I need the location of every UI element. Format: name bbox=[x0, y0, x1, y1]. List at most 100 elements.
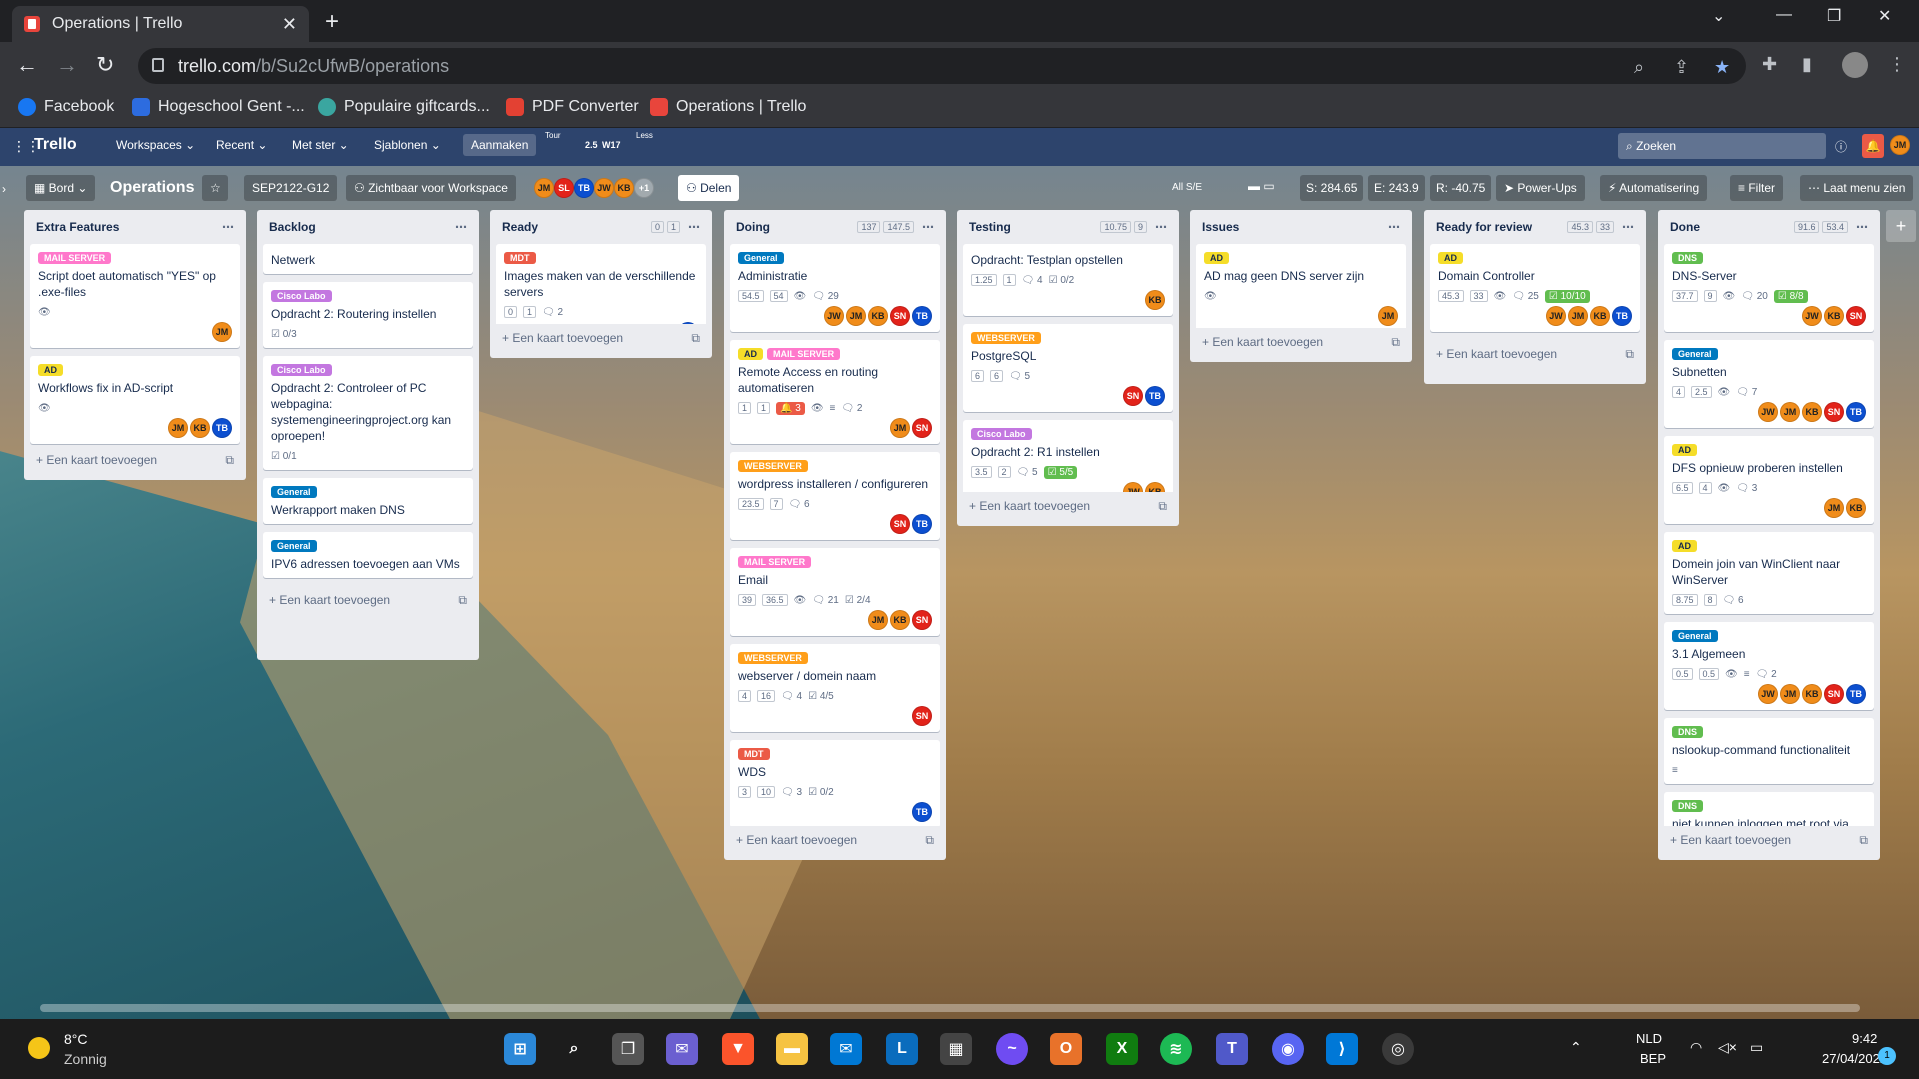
star-board-icon[interactable]: ☆ bbox=[202, 175, 228, 201]
restore-icon[interactable]: ❐ bbox=[1827, 6, 1841, 26]
card[interactable]: MDT Images maken van de verschillende ser… bbox=[496, 244, 706, 324]
recent-menu[interactable]: Recent ⌄ bbox=[208, 134, 275, 156]
store-icon[interactable]: ▦ bbox=[940, 1033, 972, 1065]
add-card-button[interactable]: + Een kaart toevoegen ⧉ bbox=[1664, 826, 1874, 854]
card-label[interactable]: AD bbox=[1204, 252, 1229, 264]
starred-menu[interactable]: Met ster ⌄ bbox=[284, 134, 357, 156]
card-label[interactable]: General bbox=[738, 252, 784, 264]
input-language[interactable]: NLD bbox=[1636, 1031, 1662, 1046]
avatar[interactable]: SN bbox=[912, 418, 932, 438]
avatar[interactable]: JM bbox=[1824, 498, 1844, 518]
browser-tab[interactable]: Operations | Trello ✕ bbox=[12, 6, 309, 42]
card[interactable]: DNS DNS-Server 37.7 9 👁 🗨 20 ☑ 8/8 JW KB SN bbox=[1664, 244, 1874, 332]
list-menu-icon[interactable]: ⋯ bbox=[1622, 220, 1634, 234]
avatar[interactable]: JW bbox=[1758, 684, 1778, 704]
avatar[interactable]: JM bbox=[846, 306, 866, 326]
avatar[interactable]: KB bbox=[190, 418, 210, 438]
card[interactable]: General Werkrapport maken DNS bbox=[263, 478, 473, 524]
avatar[interactable]: KB bbox=[1824, 306, 1844, 326]
search-input[interactable]: ⌕ Zoeken bbox=[1618, 133, 1826, 159]
weather-temp[interactable]: 8°C bbox=[64, 1031, 88, 1047]
card-label[interactable]: WEBSERVER bbox=[971, 332, 1041, 344]
avatar[interactable]: KB bbox=[1802, 402, 1822, 422]
avatar[interactable]: JW bbox=[594, 178, 614, 198]
card-label[interactable]: MDT bbox=[738, 748, 770, 760]
back-icon[interactable]: ← bbox=[16, 52, 38, 78]
card-template-icon[interactable]: ⧉ bbox=[1625, 347, 1634, 362]
reload-icon[interactable]: ↻ bbox=[96, 52, 114, 78]
close-window-icon[interactable]: ✕ bbox=[1878, 6, 1891, 26]
card[interactable]: Cisco Labo Opdracht 2: Routering instelle… bbox=[263, 282, 473, 348]
bookmark-facebook[interactable]: Facebook bbox=[18, 98, 114, 116]
card[interactable]: Cisco Labo Opdracht 2: Controleer of PC w… bbox=[263, 356, 473, 470]
brave-icon[interactable]: ▼ bbox=[722, 1033, 754, 1065]
spotify-icon[interactable]: ≋ bbox=[1160, 1033, 1192, 1065]
avatar[interactable]: JM bbox=[534, 178, 554, 198]
weather-desc[interactable]: Zonnig bbox=[64, 1051, 107, 1067]
card[interactable]: AD Domein join van WinClient naar WinServ… bbox=[1664, 532, 1874, 614]
card-template-icon[interactable]: ⧉ bbox=[225, 453, 234, 468]
avatar[interactable]: TB bbox=[678, 322, 698, 324]
avatar[interactable]: JW bbox=[1123, 482, 1143, 492]
more-members[interactable]: +1 bbox=[634, 178, 654, 198]
bookmark-trello[interactable]: Operations | Trello bbox=[650, 98, 806, 116]
chrome-icon[interactable]: ◎ bbox=[1382, 1033, 1414, 1065]
list-header[interactable]: Doing 137 147.5 ⋯ bbox=[730, 210, 940, 244]
share-icon[interactable]: ⇪ bbox=[1674, 57, 1689, 78]
list-header[interactable]: Ready for review 45.3 33 ⋯ bbox=[1430, 210, 1640, 244]
sidepanel-icon[interactable]: ▮ bbox=[1802, 54, 1812, 75]
avatar[interactable]: SN bbox=[890, 306, 910, 326]
card-template-icon[interactable]: ⧉ bbox=[1391, 335, 1400, 350]
avatar[interactable]: KB bbox=[1802, 684, 1822, 704]
minimize-icon[interactable]: — bbox=[1776, 6, 1792, 24]
add-card-button[interactable]: + Een kaart toevoegen ⧉ bbox=[1196, 328, 1406, 356]
card-label[interactable]: WEBSERVER bbox=[738, 652, 808, 664]
avatar[interactable]: KB bbox=[1590, 306, 1610, 326]
list-header[interactable]: Extra Features ⋯ bbox=[30, 210, 240, 244]
avatar[interactable]: JM bbox=[890, 418, 910, 438]
bookmark-hogent[interactable]: Hogeschool Gent -... bbox=[132, 98, 305, 116]
share-button[interactable]: ⚇ Delen bbox=[678, 175, 740, 201]
avatar[interactable]: JM bbox=[212, 322, 232, 342]
avatar[interactable]: SN bbox=[1824, 402, 1844, 422]
list-header[interactable]: Issues ⋯ bbox=[1196, 210, 1406, 244]
card[interactable]: General Subnetten 4 2.5 👁 🗨 7 JW JM KB SN TB bbox=[1664, 340, 1874, 428]
avatar[interactable]: JW bbox=[824, 306, 844, 326]
forward-icon[interactable]: → bbox=[56, 52, 78, 78]
card-label[interactable]: AD bbox=[1672, 444, 1697, 456]
avatar[interactable]: TB bbox=[1846, 402, 1866, 422]
avatar[interactable]: JM bbox=[1780, 402, 1800, 422]
avatar[interactable]: JM bbox=[1378, 306, 1398, 326]
filter-button[interactable]: ≡ Filter bbox=[1730, 175, 1784, 201]
avatar[interactable]: SN bbox=[1123, 386, 1143, 406]
notification-count[interactable]: 1 bbox=[1878, 1047, 1896, 1065]
avatar[interactable]: SN bbox=[1846, 306, 1866, 326]
card-label[interactable]: AD bbox=[1438, 252, 1463, 264]
list-title[interactable]: Ready bbox=[502, 220, 648, 234]
list-menu-icon[interactable]: ⋯ bbox=[688, 220, 700, 234]
extensions-icon[interactable]: ✚ bbox=[1762, 54, 1777, 75]
add-card-button[interactable]: + Een kaart toevoegen ⧉ bbox=[496, 324, 706, 352]
list-title[interactable]: Issues bbox=[1202, 220, 1380, 234]
card-template-icon[interactable]: ⧉ bbox=[1158, 499, 1167, 514]
workspace-button[interactable]: SEP2122-G12 bbox=[244, 175, 338, 201]
avatar[interactable]: KB bbox=[868, 306, 888, 326]
card[interactable]: WEBSERVER webserver / domein naam 4 16 🗨 4 ☑ … bbox=[730, 644, 940, 732]
card[interactable]: General IPV6 adressen toevoegen aan VMs bbox=[263, 532, 473, 578]
card[interactable]: MDT WDS 3 10 🗨 3 ☑ 0/2 TB bbox=[730, 740, 940, 826]
card-label[interactable]: AD bbox=[1672, 540, 1697, 552]
card[interactable]: Netwerk bbox=[263, 244, 473, 274]
volume-icon[interactable]: ◁× bbox=[1718, 1039, 1737, 1056]
card-label[interactable]: MAIL SERVER bbox=[738, 556, 812, 568]
avatar[interactable]: SN bbox=[912, 610, 932, 630]
xbox-icon[interactable]: X bbox=[1106, 1033, 1138, 1065]
list-menu-icon[interactable]: ⋯ bbox=[1155, 220, 1167, 234]
card-label[interactable]: DNS bbox=[1672, 252, 1704, 264]
list-menu-icon[interactable]: ⋯ bbox=[1856, 220, 1868, 234]
board-view-switcher[interactable]: ▦ Bord ⌄ bbox=[26, 175, 96, 201]
card[interactable]: AD DFS opnieuw proberen instellen 6.5 4 👁 🗨 3… bbox=[1664, 436, 1874, 524]
card[interactable]: Cisco Labo Opdracht 2: R1 instellen 3.5 2 🗨 … bbox=[963, 420, 1173, 492]
card-size-icon[interactable]: ▬ ▭ bbox=[1248, 179, 1275, 193]
card-label[interactable]: DNS bbox=[1672, 726, 1704, 738]
card-template-icon[interactable]: ⧉ bbox=[1859, 833, 1868, 848]
